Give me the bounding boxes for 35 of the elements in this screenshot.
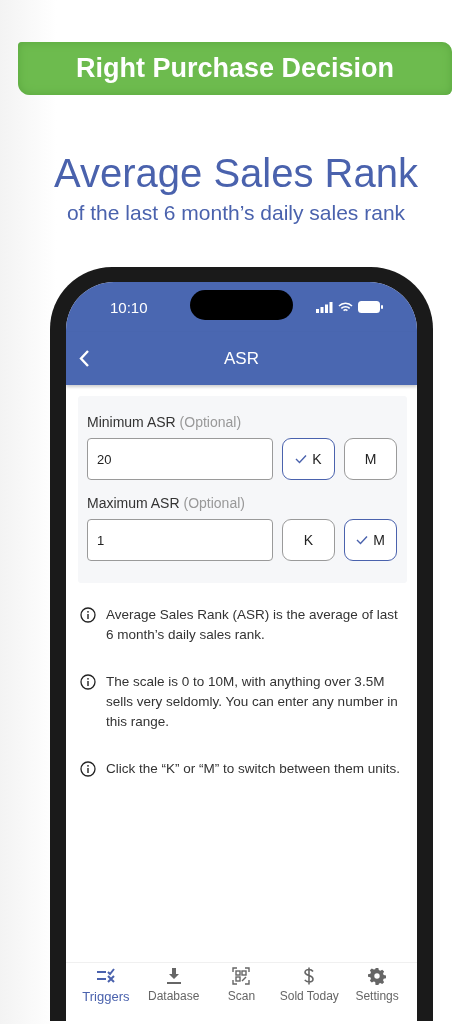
check-icon <box>295 454 308 464</box>
unit-button[interactable]: M <box>344 438 397 480</box>
input-field[interactable]: 1 <box>87 519 273 561</box>
info-text: Click the “K” or “M” to switch between them units. <box>106 760 401 778</box>
qr-scan-icon <box>231 967 252 985</box>
subheadline: of the last 6 month’s daily sales rank <box>66 200 406 226</box>
field-label: Maximum ASR <box>87 495 180 511</box>
optional-hint: (Optional) <box>179 414 242 430</box>
banner-title: Right Purchase Decision <box>18 42 452 95</box>
unit-button[interactable]: K <box>282 438 335 480</box>
checklist-icon <box>95 967 116 985</box>
tab[interactable]: Database <box>139 963 208 1021</box>
check-icon <box>356 535 369 545</box>
screen-title: ASR <box>224 348 259 369</box>
wifi-icon <box>338 301 353 313</box>
info-text: Average Sales Rank (ASR) is the average of last 6 month’s daily sales rank. <box>106 606 399 644</box>
tab[interactable]: Sold Today <box>275 963 344 1021</box>
unit-button[interactable]: M <box>344 519 397 561</box>
tab[interactable]: Triggers <box>72 963 140 1021</box>
tab[interactable]: Settings <box>343 963 411 1021</box>
back-icon[interactable] <box>78 349 90 368</box>
tab[interactable]: Scan <box>207 963 276 1021</box>
battery-icon <box>358 301 383 313</box>
optional-hint: (Optional) <box>183 495 245 511</box>
headline: Average Sales Rank <box>54 150 418 197</box>
field-label: Minimum ASR <box>87 414 176 430</box>
signal-icon <box>316 301 333 313</box>
info-icon <box>80 607 96 623</box>
settings-icon <box>367 967 388 985</box>
info-icon <box>80 761 96 777</box>
status-time: 10:10 <box>110 298 148 316</box>
info-text: The scale is 0 to 10M, with anything over 3.5M sells very seldomly. You can enter any number in this range. <box>106 673 399 731</box>
unit-button[interactable]: K <box>282 519 335 561</box>
input-field[interactable]: 20 <box>87 438 273 480</box>
info-icon <box>80 674 96 690</box>
